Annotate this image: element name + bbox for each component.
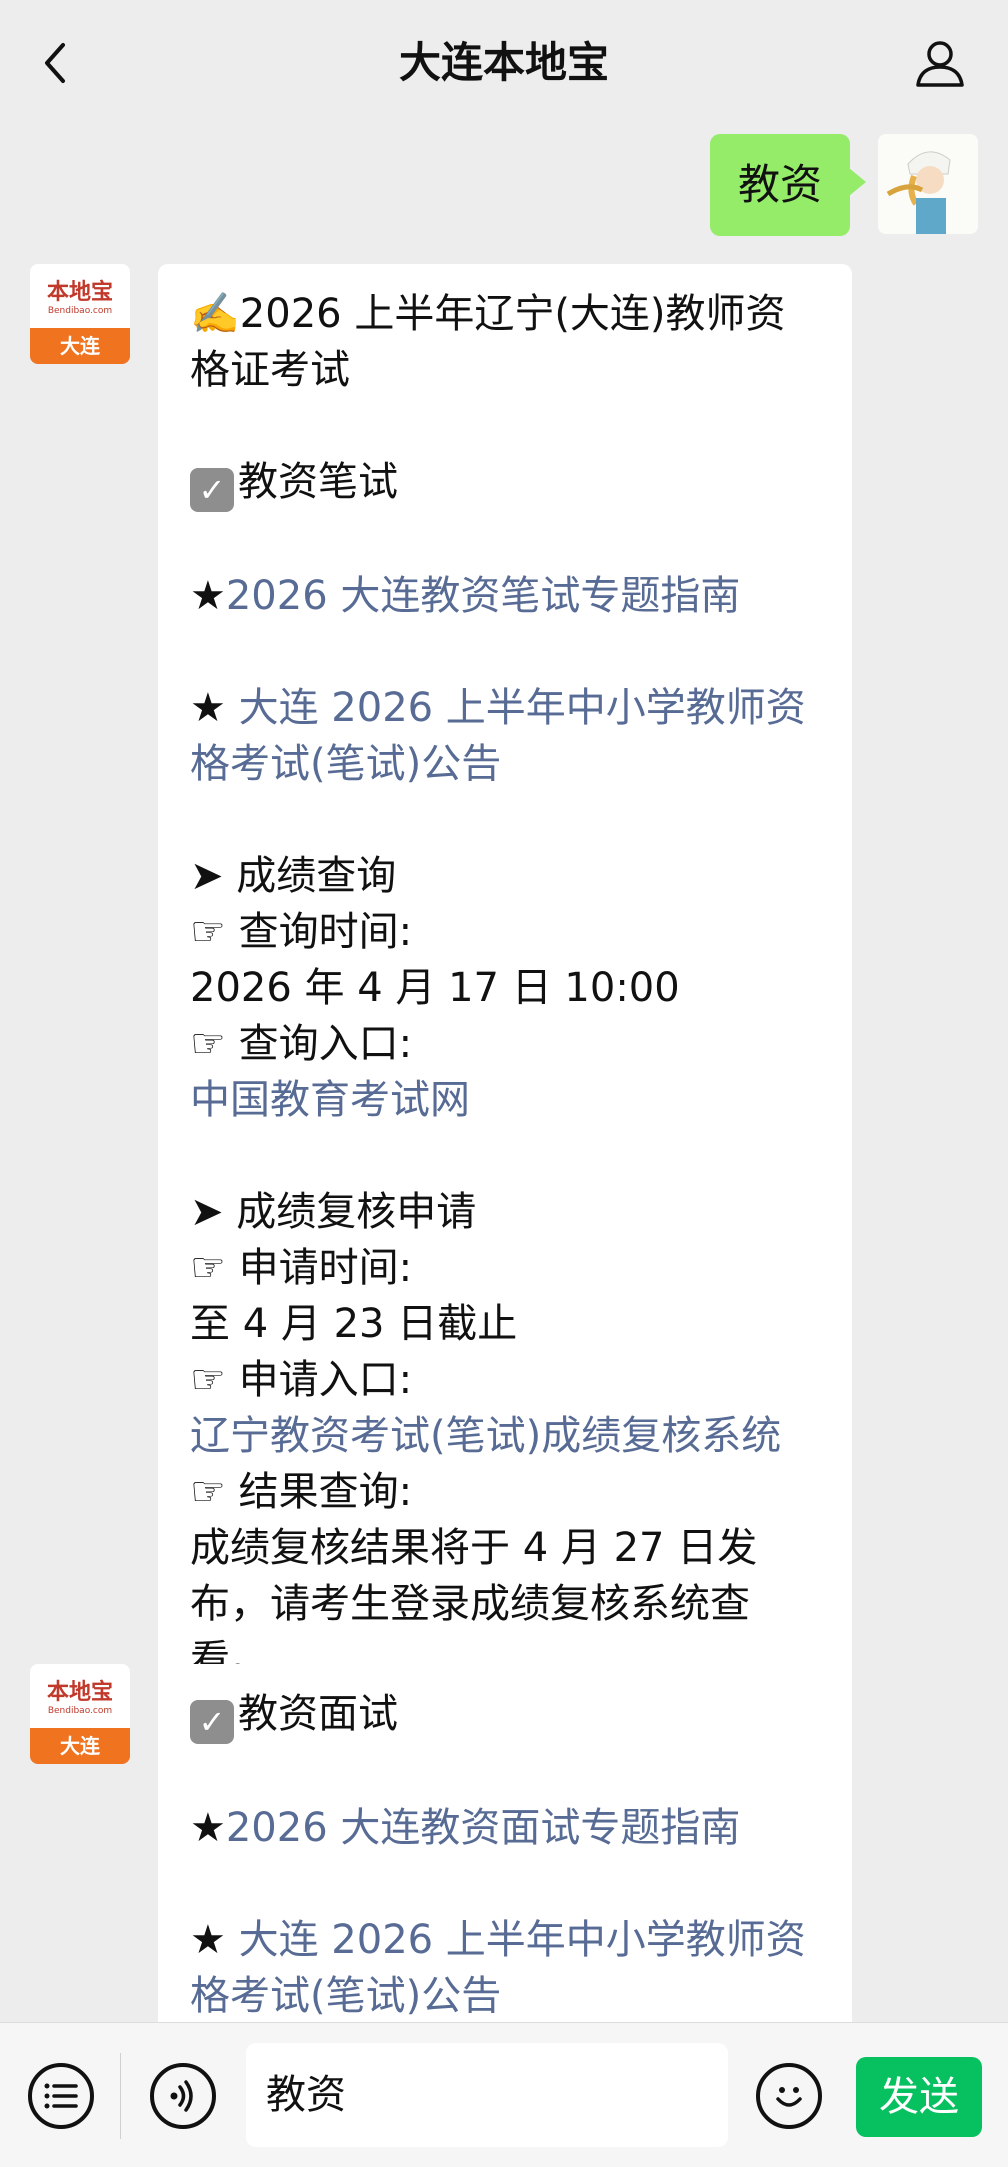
message-line: ☞ 查询入口: [190,1021,413,1067]
section-heading: ✓ 教资笔试 [190,454,820,512]
query-entry-link[interactable]: 中国教育考试网 [190,1072,820,1128]
input-bar: 教资 发送 [0,2022,1008,2167]
message-line: ☞ 申请入口: [190,1357,413,1403]
checkbox-icon: ✓ [190,468,234,512]
guide-link[interactable]: ★2026 大连教资面试专题指南 [190,1800,820,1856]
person-icon [916,41,964,87]
bendibao-avatar[interactable]: 本地宝 Bendibao.com 大连 [30,1664,130,1764]
message-line: 成绩复核结果将于 4 月 27 日发布，请考生登录成绩复核系统查看。 [190,1525,758,1683]
send-button[interactable]: 发送 [856,2057,982,2137]
header: 大连本地宝 [0,0,1008,128]
message-line: ☞ 结果查询: [190,1469,413,1515]
voice-button[interactable] [150,2063,216,2129]
emoji-button[interactable] [756,2063,822,2129]
logo-site: Bendibao.com [47,1706,113,1716]
menu-list-button[interactable] [28,2063,94,2129]
page-title: 大连本地宝 [398,38,609,87]
bendibao-avatar[interactable]: 本地宝 Bendibao.com 大连 [30,264,130,364]
divider [120,2053,121,2139]
announcement-link[interactable]: ★ 大连 2026 上半年中小学教师资格考试(笔试)公告 [190,680,820,792]
chat-area[interactable]: 教资 本地宝 Bendibao.com 大连 ✍️2026 上半年辽宁(大连)教… [0,128,1008,2022]
checkbox-icon: ✓ [190,1700,234,1744]
section-heading: ✓ 教资面试 [190,1686,820,1744]
message-line: ☞ 查询时间: [190,909,413,955]
logo-brand: 本地宝 [46,280,113,305]
message-line: ☞ 申请时间: [190,1245,413,1291]
bot-message-bubble: ✓ 教资面试 ★2026 大连教资面试专题指南 ★ 大连 2026 上半年中小学教… [158,1664,852,2022]
bot-message-bubble: ✍️2026 上半年辽宁(大连)教师资格证考试 ✓ 教资笔试 ★2026 大连教资… [158,264,852,1714]
logo-brand: 本地宝 [46,1680,113,1705]
list-icon [44,2083,78,2109]
review-system-link[interactable]: 辽宁教资考试(笔试)成绩复核系统 [190,1408,820,1464]
user-avatar[interactable] [878,134,978,234]
message-input[interactable]: 教资 [246,2043,728,2147]
logo-site: Bendibao.com [47,306,113,316]
message-line: 至 4 月 23 日截止 [190,1301,518,1347]
user-message-bubble[interactable]: 教资 [709,134,867,236]
message-line: ✍️2026 上半年辽宁(大连)教师资格证考试 [190,291,786,393]
smiley-icon [776,2087,802,2107]
message-line: 2026 年 4 月 17 日 10:00 [190,965,680,1011]
avatar-illustration-icon [878,134,978,234]
message-line: ➤ 成绩查询 [190,853,397,899]
announcement-link[interactable]: ★ 大连 2026 上半年中小学教师资格考试(笔试)公告 [190,1912,820,2022]
profile-button[interactable] [910,30,970,96]
message-line: ➤ 成绩复核申请 [190,1189,477,1235]
bot-message-row: 本地宝 Bendibao.com 大连 ✓ 教资面试 ★2026 大连教资面试专题… [30,1664,852,2022]
guide-link[interactable]: ★2026 大连教资笔试专题指南 [190,568,820,624]
voice-icon [170,2080,193,2112]
user-message-row: 教资 [709,134,978,236]
logo-city: 大连 [30,328,130,364]
logo-city: 大连 [30,1728,130,1764]
bot-message-row: 本地宝 Bendibao.com 大连 ✍️2026 上半年辽宁(大连)教师资格… [30,264,852,1714]
